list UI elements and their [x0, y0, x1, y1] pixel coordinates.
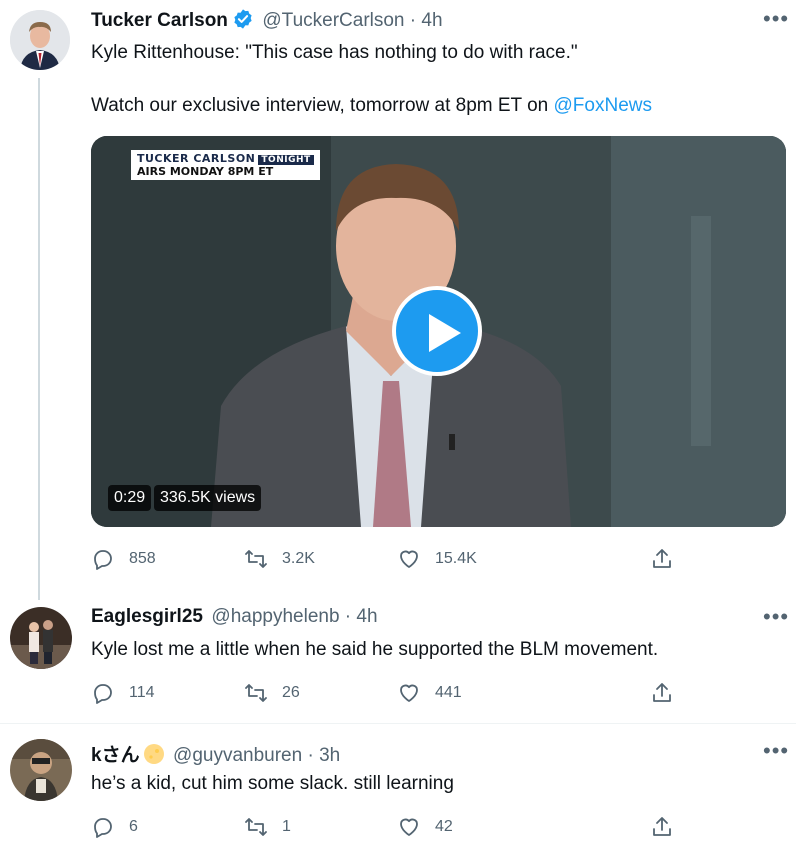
like-count: 441: [435, 684, 462, 701]
like-count: 42: [435, 818, 453, 835]
handle-time[interactable]: @guyvanburen · 3h: [173, 745, 340, 766]
reply-icon: [94, 684, 112, 704]
heart-icon: [400, 818, 418, 836]
like-button[interactable]: 441: [397, 681, 462, 705]
reply-count: 6: [129, 818, 138, 835]
heart-icon: [400, 684, 418, 702]
video-duration: 0:29: [108, 485, 152, 511]
share-button[interactable]: [650, 681, 674, 705]
retweet-button[interactable]: 1: [244, 815, 291, 839]
retweet-button[interactable]: 3.2K: [244, 547, 315, 571]
share-button[interactable]: [650, 547, 674, 571]
retweet-count: 1: [282, 818, 291, 835]
thread-connector: [38, 78, 40, 600]
author-name[interactable]: kさん: [91, 745, 140, 766]
reply-count: 858: [129, 550, 156, 567]
reply-button[interactable]: 6: [91, 815, 138, 839]
avatar-image: [10, 607, 72, 669]
video-player[interactable]: TUCKER CARLSON TONIGHT AIRS MONDAY 8PM ET…: [91, 136, 786, 527]
retweet-icon: [245, 818, 267, 836]
handle-time[interactable]: @TuckerCarlson · 4h: [262, 10, 442, 31]
retweet-icon: [245, 684, 267, 702]
heart-icon: [400, 550, 418, 568]
tweet-text-prefix: Watch our exclusive interview, tomorrow …: [91, 95, 554, 116]
avatar[interactable]: [10, 607, 72, 669]
tweet-text-line1: Kyle Rittenhouse: "This case has nothing…: [91, 42, 578, 63]
retweet-count: 26: [282, 684, 300, 701]
more-options-icon[interactable]: •••: [763, 606, 789, 628]
verified-badge-icon: [234, 9, 252, 29]
banner-airtime: AIRS MONDAY 8PM ET: [137, 165, 274, 178]
avatar-image: [10, 739, 72, 801]
video-views: 336.5K views: [154, 485, 262, 511]
like-count: 15.4K: [435, 550, 477, 567]
retweet-count: 3.2K: [282, 550, 315, 567]
tweet-text: Kyle lost me a little when he said he su…: [91, 639, 659, 660]
retweet-icon: [245, 550, 267, 568]
more-options-icon[interactable]: •••: [763, 8, 789, 30]
share-button[interactable]: [650, 815, 674, 839]
show-banner: TUCKER CARLSON TONIGHT AIRS MONDAY 8PM ET: [131, 150, 320, 180]
avatar[interactable]: [10, 10, 70, 70]
author-name[interactable]: Eaglesgirl25: [91, 606, 203, 627]
banner-show-name: TUCKER CARLSON: [137, 152, 256, 165]
share-icon: [653, 549, 671, 568]
more-options-icon[interactable]: •••: [763, 740, 789, 762]
handle-time[interactable]: @happyhelenb · 4h: [211, 606, 377, 627]
share-icon: [653, 683, 671, 702]
moon-emoji-icon: [143, 744, 164, 764]
like-button[interactable]: 42: [397, 815, 453, 839]
author-name[interactable]: Tucker Carlson: [91, 10, 228, 31]
retweet-button[interactable]: 26: [244, 681, 300, 705]
avatar-image: [10, 10, 70, 70]
reply-button[interactable]: 114: [91, 681, 155, 705]
foxnews-mention-link[interactable]: @FoxNews: [554, 95, 652, 116]
avatar[interactable]: [10, 739, 72, 801]
banner-tag: TONIGHT: [258, 155, 314, 165]
like-button[interactable]: 15.4K: [397, 547, 477, 571]
tweet-text-line2: Watch our exclusive interview, tomorrow …: [91, 93, 652, 119]
share-icon: [653, 817, 671, 836]
tweet-text: he’s a kid, cut him some slack. still le…: [91, 773, 454, 794]
reply-icon: [94, 550, 112, 570]
reply-button[interactable]: 858: [91, 547, 156, 571]
divider: [0, 723, 796, 724]
reply-icon: [94, 818, 112, 838]
reply-count: 114: [129, 684, 155, 701]
play-button-icon[interactable]: [392, 286, 482, 376]
